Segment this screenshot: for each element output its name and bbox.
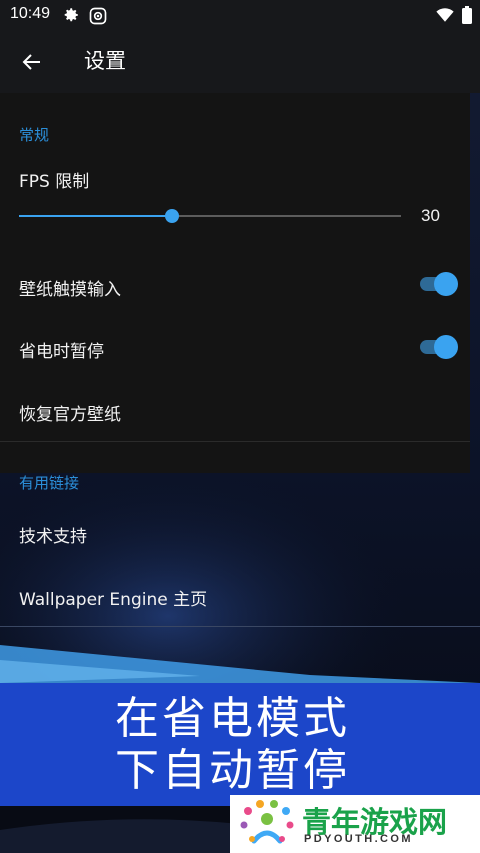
gear-icon xyxy=(62,6,80,28)
fps-limit-value: 30 xyxy=(421,206,440,225)
slider-fill xyxy=(19,215,172,217)
touch-input-toggle[interactable] xyxy=(420,272,458,296)
slider-thumb[interactable] xyxy=(164,209,179,223)
app-bar: 设置 xyxy=(0,30,480,93)
logo-domain: PDYOUTH.COM xyxy=(304,833,413,845)
useful-links-section: 有用链接 技术支持 Wallpaper Engine 主页 xyxy=(0,473,480,628)
battery-pause-label: 省电时暂停 xyxy=(19,342,104,362)
settings-panel: 常规 FPS 限制 30 壁纸触摸输入 省电时暂停 恢复官方壁纸 xyxy=(0,93,470,473)
screen-record-icon xyxy=(88,6,108,30)
wifi-icon xyxy=(436,6,454,28)
banner-line-1: 在省电模式 xyxy=(115,693,350,744)
toggle-thumb xyxy=(434,335,458,359)
fps-limit-slider[interactable] xyxy=(19,209,401,223)
battery-icon xyxy=(462,6,472,28)
section-header-links: 有用链接 xyxy=(19,474,80,492)
touch-input-label: 壁纸触摸输入 xyxy=(19,280,121,300)
watermark-logo: 青年游戏网 PDYOUTH.COM xyxy=(230,795,480,853)
battery-pause-toggle[interactable] xyxy=(420,335,458,359)
arrow-left-icon[interactable] xyxy=(20,50,44,78)
restore-wallpaper-item[interactable]: 恢复官方壁纸 xyxy=(19,400,121,425)
divider xyxy=(0,441,470,442)
status-bar: 10:49 xyxy=(0,0,480,30)
toggle-thumb xyxy=(434,272,458,296)
tech-support-item[interactable]: 技术支持 xyxy=(19,522,87,547)
screen: 10:49 设置 常规 FPS 限制 30 壁纸触摸输入 省电时暂停 恢复官方壁… xyxy=(0,0,480,853)
status-time: 10:49 xyxy=(10,5,51,22)
homepage-item[interactable]: Wallpaper Engine 主页 xyxy=(19,585,207,610)
fps-limit-label: FPS 限制 xyxy=(19,172,90,192)
page-title: 设置 xyxy=(84,49,126,73)
divider xyxy=(0,626,480,627)
promo-banner: 在省电模式 下自动暂停 xyxy=(0,683,480,806)
logo-icon xyxy=(240,800,294,844)
section-header-general: 常规 xyxy=(19,126,50,144)
banner-line-2: 下自动暂停 xyxy=(115,745,350,796)
